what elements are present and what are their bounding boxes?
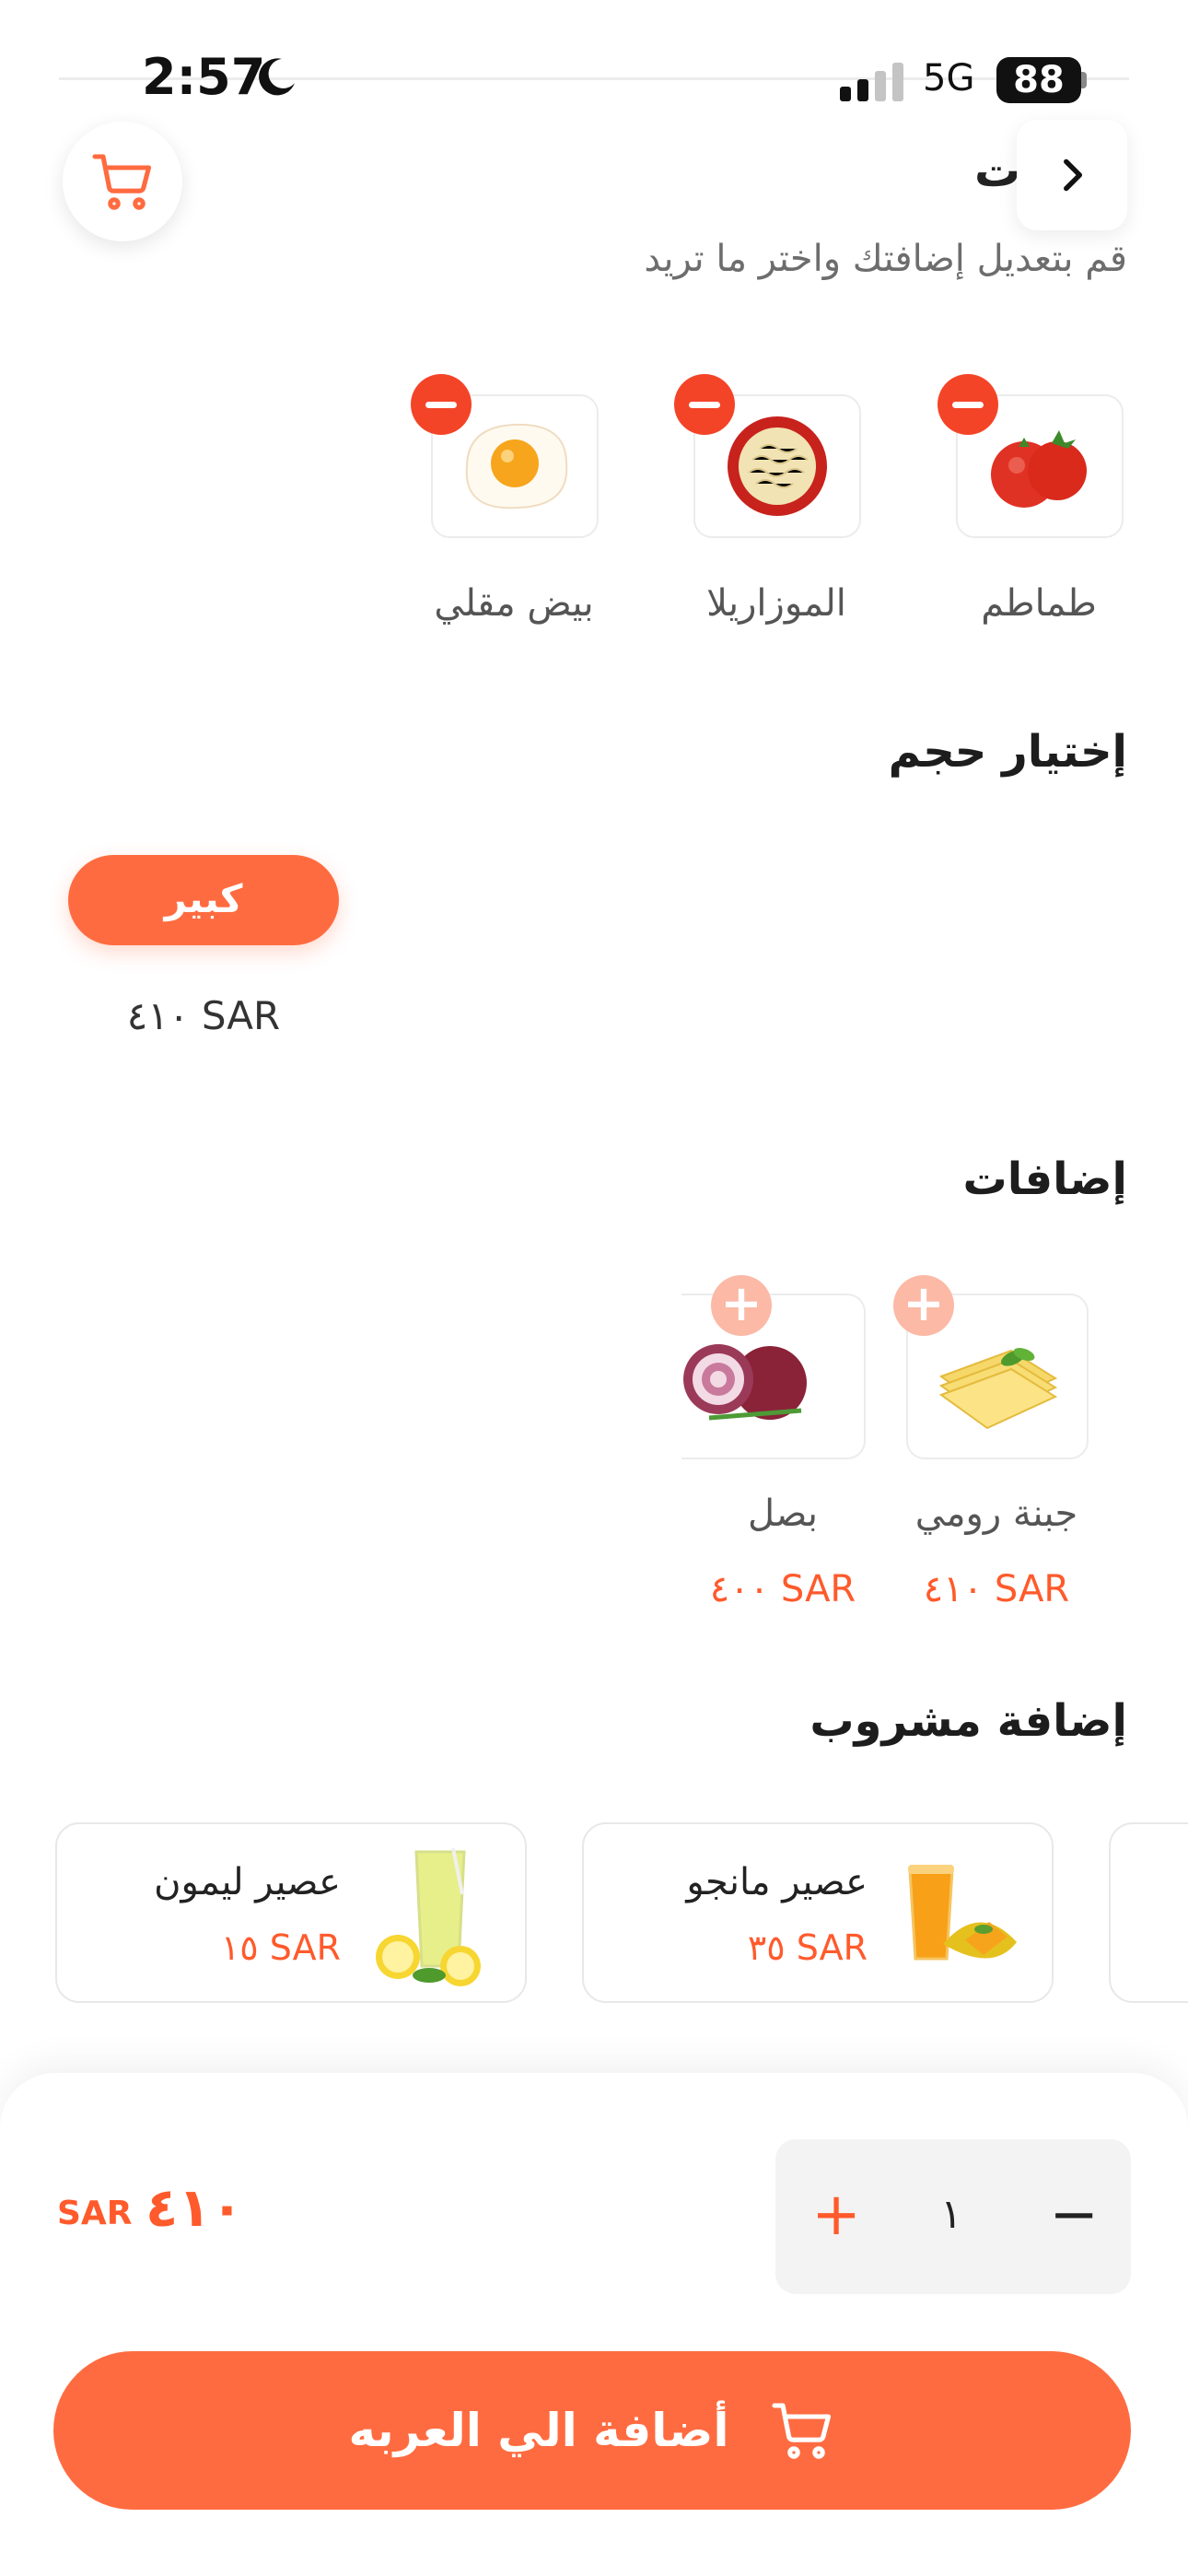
drink-card-mango[interactable]: عصير مانجو ٣٥ SAR bbox=[582, 1822, 1054, 2003]
onion-icon bbox=[683, 1344, 807, 1421]
drink-card-partial[interactable] bbox=[1109, 1822, 1188, 2003]
size-section-title: إختيار حجم bbox=[888, 726, 1127, 778]
cart-icon bbox=[772, 2403, 832, 2459]
chevron-right-icon bbox=[1064, 158, 1083, 192]
total-currency: SAR bbox=[57, 2195, 133, 2232]
size-option-large[interactable]: كبير bbox=[68, 855, 339, 945]
mango-juice-icon bbox=[908, 1865, 1017, 1961]
current-item-label: الموزاريلا bbox=[706, 582, 846, 625]
current-item-label: طماطم bbox=[981, 582, 1097, 625]
cart-icon bbox=[92, 154, 152, 210]
page-title: ت bbox=[974, 144, 1021, 197]
current-item-label: بيض مقلي bbox=[434, 582, 594, 625]
cheese-icon bbox=[938, 1348, 1058, 1430]
drinks-section-title: إضافة مشروب bbox=[809, 1695, 1127, 1747]
network-label: 5G bbox=[923, 57, 975, 100]
drink-price: ١٥ SAR bbox=[220, 1927, 341, 1968]
size-option-price: ٤١٠ SAR bbox=[126, 993, 281, 1038]
page-subtitle: قم بتعديل إضافتك واختر ما تريد bbox=[644, 238, 1127, 280]
back-button[interactable] bbox=[1017, 120, 1127, 230]
drink-name: عصير ليمون bbox=[154, 1861, 341, 1903]
extra-item-onion[interactable] bbox=[681, 1294, 866, 1459]
remove-tomato-button[interactable] bbox=[938, 374, 998, 435]
add-onion-button[interactable]: + bbox=[711, 1275, 772, 1336]
remove-mozzarella-button[interactable] bbox=[674, 374, 735, 435]
drink-name: عصير مانجو bbox=[686, 1861, 868, 1903]
extra-item-label: بصل bbox=[747, 1493, 819, 1535]
fried-egg-icon bbox=[465, 423, 568, 509]
mozzarella-icon bbox=[728, 416, 827, 516]
battery-tip bbox=[1081, 72, 1087, 88]
drink-price: ٣٥ SAR bbox=[747, 1927, 868, 1968]
quantity-value: ١ bbox=[940, 2191, 962, 2238]
total-price: ٤١٠ bbox=[146, 2176, 244, 2239]
add-to-cart-label: أضافة الي العربه bbox=[348, 2404, 729, 2457]
extra-item-price: ٤١٠ SAR bbox=[923, 1568, 1070, 1610]
add-cheese-button[interactable]: + bbox=[893, 1275, 954, 1336]
extra-item-label: جبنة رومي bbox=[914, 1493, 1078, 1535]
drink-card-lemon[interactable]: عصير ليمون ١٥ SAR bbox=[55, 1822, 527, 2003]
increase-quantity-button[interactable]: + bbox=[801, 2172, 871, 2261]
remove-fried-egg-button[interactable] bbox=[411, 374, 472, 435]
battery-icon: 88 bbox=[996, 57, 1081, 103]
add-to-cart-button[interactable]: أضافة الي العربه bbox=[53, 2351, 1131, 2510]
decrease-quantity-button[interactable]: − bbox=[1039, 2172, 1109, 2261]
extra-item-price: ٤٠٠ SAR bbox=[709, 1568, 856, 1610]
tomato-icon bbox=[991, 430, 1087, 508]
signal-icon bbox=[840, 63, 903, 101]
extras-section-title: إضافات bbox=[962, 1153, 1127, 1205]
lemon-juice-icon bbox=[376, 1847, 481, 1986]
moon-icon bbox=[259, 58, 295, 96]
cart-button[interactable] bbox=[63, 122, 182, 241]
status-time: 2:57 bbox=[142, 48, 266, 106]
